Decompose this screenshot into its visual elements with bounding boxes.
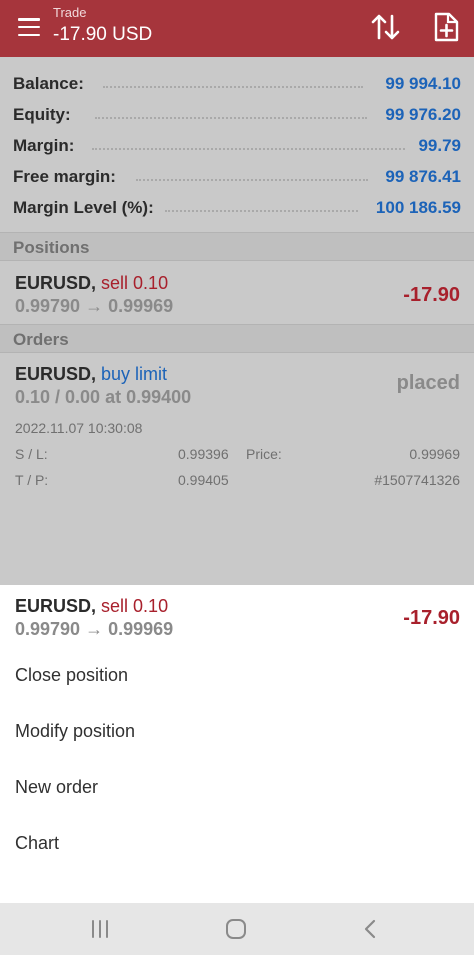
position-row[interactable]: EURUSD, sell 0.10 0.99790 → 0.99969 -17.…: [0, 262, 474, 324]
dotted-leader: [92, 136, 405, 150]
position-type: sell 0.10: [101, 273, 169, 293]
free-margin-row: Free margin: 99 876.41: [0, 162, 474, 193]
close-position-label: Close position: [15, 665, 129, 685]
home-icon[interactable]: [222, 917, 250, 941]
balance-row: Balance: 99 994.10: [0, 69, 474, 100]
price-value: 0.99969: [409, 446, 460, 462]
dotted-leader: [165, 198, 358, 212]
order-ticket: #1507741326: [374, 472, 460, 488]
sheet-symbol: EURUSD,: [15, 596, 97, 616]
sheet-position-title: EURUSD, sell 0.10: [15, 596, 168, 617]
orders-header: Orders: [0, 324, 474, 353]
tp-value: 0.99405: [178, 472, 229, 488]
sort-icon[interactable]: [370, 12, 402, 42]
position-action-sheet: EURUSD, sell 0.10 0.99790 → 0.99969 -17.…: [0, 585, 474, 903]
chart-button[interactable]: Chart: [0, 819, 474, 875]
dimmed-trade-view[interactable]: Balance: 99 994.10 Equity: 99 976.20 Mar…: [0, 57, 474, 585]
positions-title: Positions: [13, 238, 90, 257]
sl-value: 0.99396: [178, 446, 229, 462]
margin-row: Margin: 99.79: [0, 131, 474, 162]
position-profit: -17.90: [403, 284, 460, 306]
modify-position-button[interactable]: Modify position: [0, 707, 474, 763]
balance-label: Balance:: [13, 74, 84, 93]
order-details: 0.10 / 0.00 at 0.99400: [15, 387, 192, 407]
sheet-type: sell 0.10: [101, 596, 169, 616]
modify-position-label: Modify position: [15, 721, 136, 741]
dotted-leader: [136, 167, 368, 181]
screen-title: Trade: [53, 5, 87, 20]
positions-header: Positions: [0, 232, 474, 261]
menu-icon[interactable]: [16, 14, 42, 40]
recent-apps-icon[interactable]: [86, 917, 114, 941]
margin-label: Margin:: [13, 136, 75, 155]
new-order-button[interactable]: New order: [0, 763, 474, 819]
dotted-leader: [95, 105, 367, 119]
margin-level-row: Margin Level (%): 100 186.59: [0, 193, 474, 224]
order-symbol: EURUSD,: [15, 364, 97, 384]
margin-level-label: Margin Level (%):: [13, 198, 154, 217]
dotted-leader: [103, 74, 363, 88]
free-margin-label: Free margin:: [13, 167, 116, 186]
position-prices: 0.99790 → 0.99969: [15, 296, 174, 316]
position-title: EURUSD, sell 0.10: [15, 273, 168, 294]
new-order-label: New order: [15, 777, 99, 797]
top-app-bar: Trade -17.90 USD: [0, 0, 474, 57]
order-title: EURUSD, buy limit: [15, 364, 167, 385]
equity-value: 99 976.20: [385, 105, 461, 124]
balance-value: 99 994.10: [385, 74, 461, 93]
orders-title: Orders: [13, 330, 69, 349]
equity-row: Equity: 99 976.20: [0, 100, 474, 131]
order-row[interactable]: EURUSD, buy limit 0.10 / 0.00 at 0.99400…: [0, 354, 474, 494]
equity-label: Equity:: [13, 105, 71, 124]
sl-label: S / L:: [15, 446, 48, 462]
chart-label: Chart: [15, 833, 60, 853]
margin-value: 99.79: [418, 136, 461, 155]
sheet-prices: 0.99790 → 0.99969: [15, 619, 174, 639]
sheet-position-summary: EURUSD, sell 0.10 0.99790 → 0.99969 -17.…: [0, 585, 474, 645]
close-position-button[interactable]: Close position: [0, 651, 474, 707]
price-label: Price:: [246, 446, 282, 462]
back-icon[interactable]: [356, 917, 384, 941]
order-status: placed: [396, 372, 460, 394]
free-margin-value: 99 876.41: [385, 167, 461, 186]
position-symbol: EURUSD,: [15, 273, 97, 293]
sheet-profit: -17.90: [403, 607, 460, 629]
order-type: buy limit: [101, 364, 168, 384]
order-time: 2022.11.07 10:30:08: [15, 420, 143, 436]
add-document-icon[interactable]: [431, 11, 461, 43]
tp-label: T / P:: [15, 472, 49, 488]
margin-level-value: 100 186.59: [375, 198, 461, 217]
system-navigation-bar: [0, 903, 474, 955]
total-profit: -17.90 USD: [53, 24, 153, 45]
